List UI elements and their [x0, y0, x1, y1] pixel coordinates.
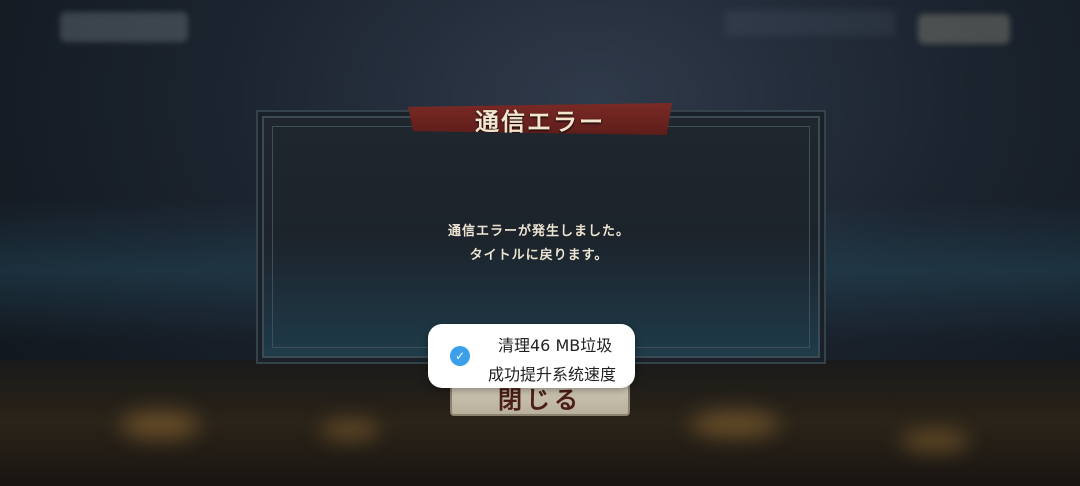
background-light: [320, 420, 380, 440]
check-icon: ✓: [450, 346, 470, 366]
message-line-2: タイトルに戻ります。: [469, 248, 609, 263]
background-light: [900, 430, 970, 452]
cleanup-toast: ✓ 清理46 MB垃圾 成功提升系统速度: [428, 324, 635, 388]
blurred-top-left-button: [60, 12, 188, 42]
blurred-top-right-button: [918, 14, 1010, 44]
dialog-message: 通信エラーが発生しました。 タイトルに戻ります。: [262, 220, 816, 268]
background-light: [120, 410, 200, 440]
toast-line-2: 成功提升系统速度: [488, 365, 617, 384]
dialog-title: 通信エラー: [475, 106, 605, 136]
blurred-top-right-text: [725, 10, 895, 36]
dialog-title-banner: 通信エラー: [408, 103, 672, 135]
message-line-1: 通信エラーが発生しました。: [447, 224, 630, 239]
background-light: [690, 410, 780, 438]
toast-line-1: 清理46 MB垃圾: [498, 336, 613, 355]
